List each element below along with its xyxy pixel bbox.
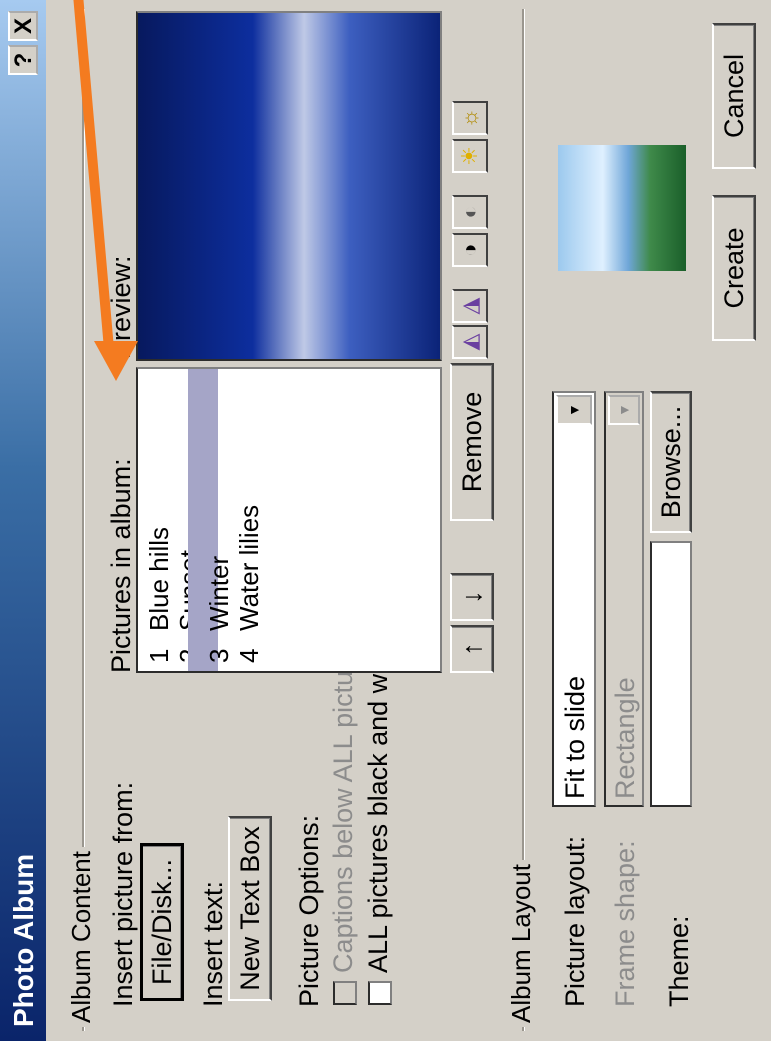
annotation-arrow-head-icon	[94, 341, 138, 381]
pictures-in-album-label: Pictures in album:	[106, 458, 136, 673]
brightness-down-icon: ☼	[457, 107, 482, 129]
rotate-left-button[interactable]: ◭	[452, 325, 488, 359]
new-text-box-button[interactable]: New Text Box	[228, 816, 272, 1001]
list-item[interactable]: 4 Water lilies	[234, 369, 264, 671]
captions-checkbox[interactable]	[333, 981, 357, 1005]
arrow-down-icon: ↓	[456, 590, 487, 604]
increase-brightness-button[interactable]: ☀	[452, 139, 488, 173]
picture-number: 4	[234, 648, 264, 663]
picture-name: Winter	[204, 555, 234, 631]
rotate-right-button[interactable]: ◮	[452, 289, 488, 323]
picture-layout-label: Picture layout:	[560, 835, 590, 1007]
black-and-white-checkbox[interactable]	[368, 981, 392, 1005]
picture-layout-combo[interactable]: Fit to slide ▼	[552, 391, 596, 807]
insert-text-label: Insert text:	[198, 880, 228, 1007]
contrast-down-icon: ◐	[457, 205, 482, 219]
rotate-right-icon: ◮	[457, 297, 482, 315]
help-button[interactable]: ?	[8, 45, 38, 75]
frame-shape-combo[interactable]: Rectangle ▼	[604, 391, 644, 807]
annotation-arrow-shaft	[73, 0, 114, 350]
close-button[interactable]: X	[8, 11, 38, 41]
picture-name: Blue hills	[144, 526, 174, 631]
list-item-selected[interactable]: 3 Winter	[188, 369, 234, 671]
move-down-button[interactable]: ↓	[450, 573, 494, 621]
photo-album-dialog: Photo Album ? X Album Content Insert pic…	[0, 0, 771, 1041]
picture-number: 1	[144, 648, 174, 663]
picture-options-label: Picture Options:	[294, 814, 324, 1007]
insert-picture-label: Insert picture from:	[108, 781, 138, 1007]
black-and-white-label: ALL pictures black and white	[363, 630, 393, 973]
pictures-listbox[interactable]: 1 Blue hills 2 Sunset 3 Winter 4 Water l…	[136, 367, 442, 673]
list-item[interactable]: 1 Blue hills	[144, 369, 174, 671]
picture-number: 3	[204, 648, 234, 663]
window-title: Photo Album	[8, 853, 39, 1027]
layout-preview-thumbnail	[558, 145, 686, 271]
theme-label: Theme:	[664, 915, 694, 1007]
decrease-brightness-button[interactable]: ☼	[452, 101, 488, 135]
file-disk-button[interactable]: File/Disk...	[140, 843, 184, 1001]
contrast-up-icon: ◑	[457, 243, 482, 257]
picture-name: Water lilies	[234, 504, 264, 631]
cancel-button[interactable]: Cancel	[712, 23, 756, 169]
album-content-label: Album Content	[66, 847, 97, 1027]
create-button[interactable]: Create	[712, 195, 756, 341]
decrease-contrast-button[interactable]: ◐	[452, 195, 488, 229]
album-layout-label: Album Layout	[506, 860, 537, 1027]
browse-button[interactable]: Browse...	[650, 391, 692, 533]
preview-image	[136, 11, 442, 361]
chevron-down-icon[interactable]: ▼	[608, 395, 640, 425]
move-up-button[interactable]: ↑	[450, 625, 494, 673]
chevron-down-icon[interactable]: ▼	[556, 395, 592, 425]
remove-button[interactable]: Remove	[450, 363, 494, 521]
arrow-up-icon: ↑	[456, 642, 487, 656]
brightness-up-icon: ☀	[457, 146, 482, 166]
captions-option-label: Captions below ALL pictures	[328, 633, 358, 973]
theme-field[interactable]	[650, 541, 692, 807]
increase-contrast-button[interactable]: ◑	[452, 233, 488, 267]
rotate-left-icon: ◭	[457, 333, 482, 351]
picture-layout-value: Fit to slide	[560, 675, 590, 799]
frame-shape-label: Frame shape:	[610, 840, 640, 1007]
frame-shape-value: Rectangle	[610, 677, 640, 799]
